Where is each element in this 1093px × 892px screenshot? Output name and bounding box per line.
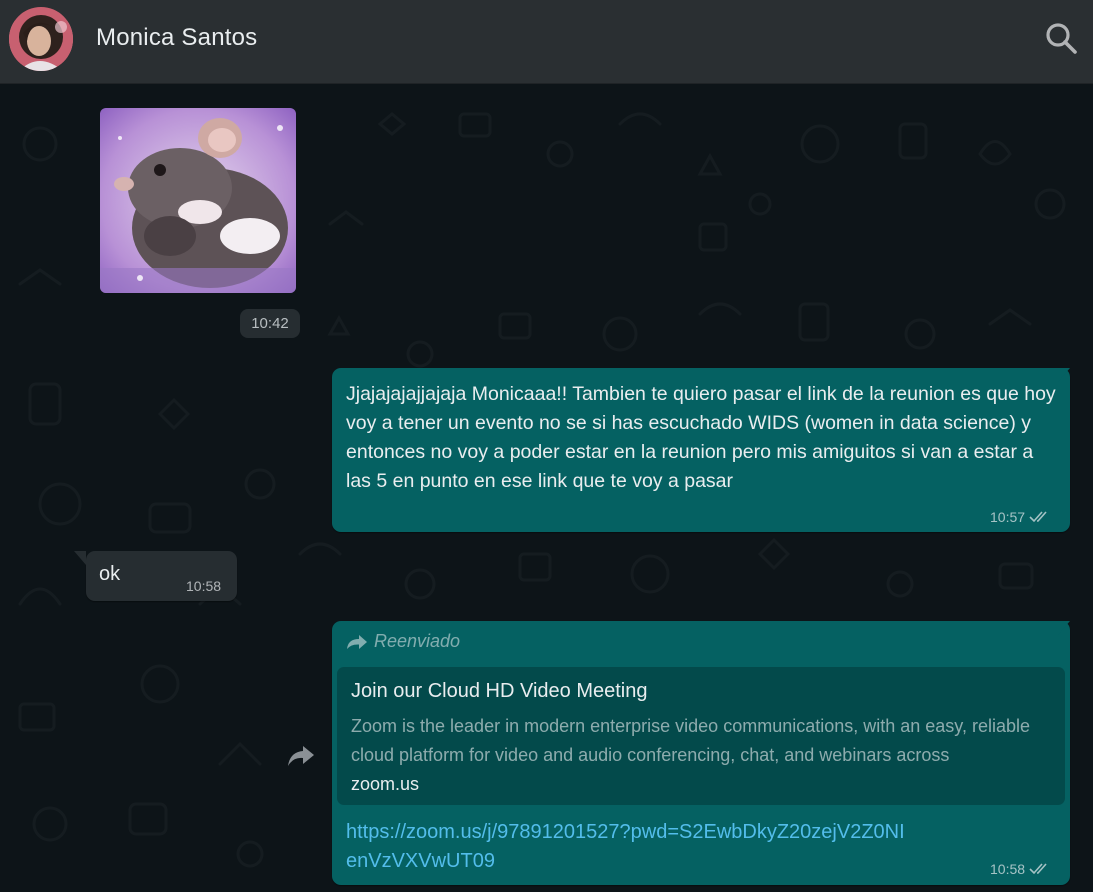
link-preview-title: Join our Cloud HD Video Meeting <box>351 680 648 702</box>
message-time: 10:57 <box>990 509 1026 525</box>
message-time: 10:58 <box>990 861 1026 877</box>
message-meta: 10:58 <box>186 578 221 594</box>
message-meta: 10:57 <box>990 509 1051 525</box>
double-check-icon <box>1029 863 1047 875</box>
double-check-icon <box>1029 511 1047 523</box>
message-meta: 10:58 <box>990 861 1051 877</box>
chat-header: Monica Santos <box>0 0 1093 84</box>
message-text: Jjajajajajjajaja Monicaaa!! Tambien te q… <box>346 383 1062 492</box>
bubble-tail <box>1058 621 1070 635</box>
link-preview-domain: zoom.us <box>351 774 420 794</box>
rat-sticker[interactable] <box>100 108 296 293</box>
forwarded-label: Reenviado <box>346 631 460 652</box>
contact-avatar[interactable] <box>9 7 73 71</box>
contact-name[interactable]: Monica Santos <box>96 24 257 52</box>
outgoing-message[interactable]: Jjajajajajjajaja Monicaaa!! Tambien te q… <box>332 368 1070 532</box>
meeting-link[interactable]: https://zoom.us/j/97891201527?pwd=S2EwbD… <box>346 818 906 876</box>
link-preview[interactable]: Join our Cloud HD Video Meeting Zoom is … <box>337 667 1065 805</box>
message-time: 10:58 <box>186 578 222 594</box>
sticker-timestamp: 10:42 <box>240 309 300 338</box>
chat-panel[interactable]: 10:42 Jjajajajajjajaja Monicaaa!! Tambie… <box>0 84 1093 892</box>
message-text: ok <box>99 563 121 585</box>
forwarded-text: Reenviado <box>374 631 461 651</box>
incoming-message[interactable]: ok 10:58 <box>74 551 237 601</box>
forwarded-icon <box>347 634 367 649</box>
outgoing-message-forwarded[interactable]: Reenviado Join our Cloud HD Video Meetin… <box>332 621 1070 885</box>
bubble-tail <box>74 551 86 565</box>
link-preview-description: Zoom is the leader in modern enterprise … <box>351 716 1030 765</box>
forward-icon[interactable] <box>287 744 315 768</box>
search-icon[interactable] <box>1042 20 1080 58</box>
